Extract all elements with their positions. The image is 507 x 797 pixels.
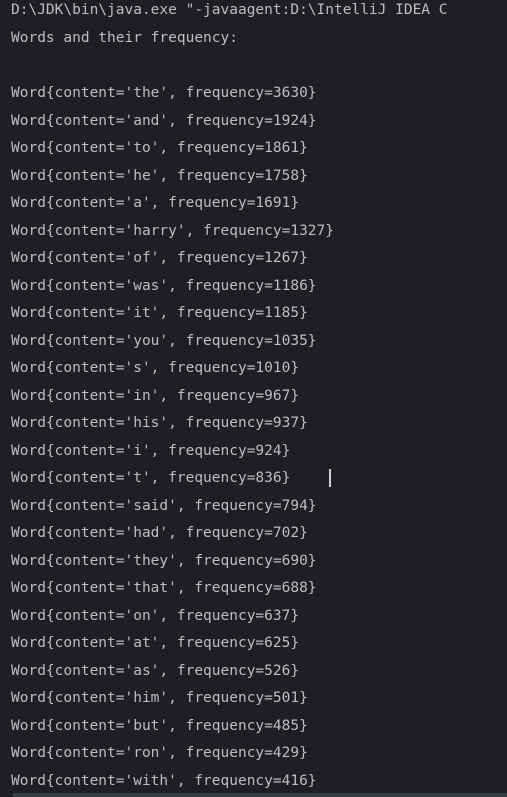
output-line: Word{content='to', frequency=1861} — [11, 140, 308, 156]
output-line: Word{content='it', frequency=1185} — [11, 305, 308, 321]
output-line: Word{content='he', frequency=1758} — [11, 167, 308, 184]
output-line: Word{content='at', frequency=625} — [11, 635, 300, 651]
output-line: Word{content='t', frequency=836} — [11, 470, 291, 486]
output-line: Word{content='s', frequency=1010} — [11, 360, 300, 376]
output-line: Word{content='him', frequency=501} — [11, 690, 308, 706]
output-line: Word{content='and', frequency=1924} — [11, 112, 317, 129]
output-line: Word{content='ron', frequency=429} — [11, 745, 308, 761]
output-line: Word{content='said', frequency=794} — [11, 497, 317, 514]
output-line: Word{content='had', frequency=702} — [11, 525, 308, 541]
output-line: Word{content='i', frequency=924} — [11, 442, 291, 459]
output-line: Word{content='as', frequency=526} — [11, 662, 300, 679]
output-line: Word{content='that', frequency=688} — [11, 580, 317, 596]
output-header: Words and their frequency: — [11, 30, 238, 46]
console-output[interactable]: D:\JDK\bin\java.exe "-javaagent:D:\Intel… — [0, 0, 507, 797]
output-line: Word{content='in', frequency=967} — [11, 387, 300, 404]
output-line: Word{content='a', frequency=1691} — [11, 195, 300, 211]
text-caret — [329, 469, 331, 487]
output-line: Word{content='but', frequency=485} — [11, 717, 308, 734]
output-line: Word{content='of', frequency=1267} — [11, 250, 308, 266]
output-line: Word{content='on', frequency=637} — [11, 607, 300, 624]
output-line: Word{content='his', frequency=937} — [11, 415, 308, 431]
output-line: Word{content='you', frequency=1035} — [11, 332, 317, 349]
output-line: Word{content='was', frequency=1186} — [11, 277, 317, 294]
output-line: Word{content='they', frequency=690} — [11, 552, 317, 569]
horizontal-scrollbar[interactable] — [13, 793, 507, 797]
output-line: Word{content='with', frequency=416} — [11, 772, 317, 789]
output-line: Word{content='the', frequency=3630} — [11, 85, 317, 101]
command-line: D:\JDK\bin\java.exe "-javaagent:D:\Intel… — [11, 2, 448, 18]
output-line: Word{content='harry', frequency=1327} — [11, 222, 335, 239]
